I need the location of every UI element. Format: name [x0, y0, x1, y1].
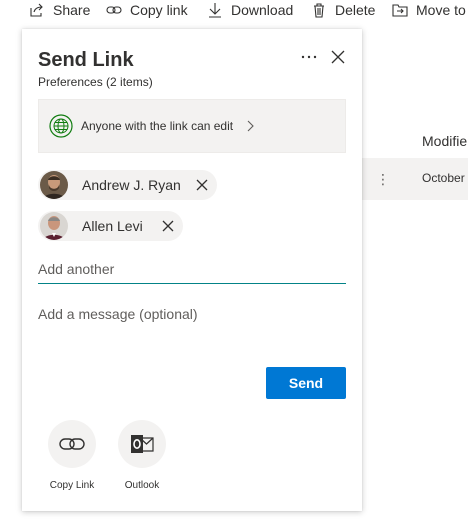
dialog-title: Send Link [38, 49, 134, 71]
copy-link-command[interactable]: Copy link [106, 1, 188, 19]
delete-label: Delete [335, 2, 376, 18]
command-bar: Share Copy link Download Delete Move to [0, 0, 468, 24]
move-to-command[interactable]: Move to [392, 1, 466, 19]
avatar [40, 212, 68, 240]
recipient-chip[interactable]: Allen Levi [38, 211, 183, 241]
outlook-option-label: Outlook [124, 480, 160, 491]
link-icon [59, 438, 85, 450]
download-label: Download [231, 2, 294, 18]
copy-link-option-label: Copy Link [49, 480, 95, 491]
download-command[interactable]: Download [207, 1, 293, 19]
link-permission-selector[interactable]: Anyone with the link can edit [38, 99, 346, 153]
delete-command[interactable]: Delete [311, 1, 375, 19]
move-icon [392, 4, 408, 17]
close-button[interactable] [328, 47, 348, 67]
share-command[interactable]: Share [29, 1, 90, 19]
share-label: Share [53, 2, 91, 18]
permission-label: Anyone with the link can edit [81, 119, 234, 133]
more-options-vertical-icon[interactable]: ⋮ [376, 170, 390, 188]
chevron-right-icon [247, 120, 254, 132]
outlook-icon [131, 435, 154, 453]
globe-icon [49, 114, 73, 138]
message-input[interactable] [38, 306, 346, 356]
send-link-dialog: Send Link Preferences (2 items) Anyone w… [22, 29, 362, 511]
close-icon [331, 50, 345, 64]
copy-link-option[interactable]: Copy Link [37, 420, 107, 491]
outlook-option[interactable]: Outlook [107, 420, 177, 491]
avatar [40, 171, 68, 199]
ellipsis-icon [301, 55, 317, 59]
modified-date: October [422, 171, 465, 185]
remove-recipient-button[interactable] [160, 218, 176, 234]
modified-column-header[interactable]: Modifie [422, 133, 467, 149]
download-icon [209, 3, 221, 18]
remove-recipient-button[interactable] [194, 177, 210, 193]
trash-icon [314, 3, 324, 18]
recipient-name: Andrew J. Ryan [82, 177, 181, 193]
link-icon [106, 6, 122, 14]
move-to-label: Move to [416, 2, 466, 18]
add-recipient-input[interactable] [38, 255, 346, 284]
send-button[interactable]: Send [266, 367, 346, 399]
copy-link-button[interactable] [48, 420, 96, 468]
outlook-button[interactable] [118, 420, 166, 468]
recipient-chip[interactable]: Andrew J. Ryan [38, 170, 217, 200]
preferences-subtitle: Preferences (2 items) [38, 75, 153, 89]
close-icon [196, 179, 208, 191]
share-icon [30, 3, 43, 17]
copy-link-label: Copy link [130, 2, 188, 18]
more-options-button[interactable] [298, 47, 320, 67]
close-icon [162, 220, 174, 232]
recipient-name: Allen Levi [82, 218, 143, 234]
